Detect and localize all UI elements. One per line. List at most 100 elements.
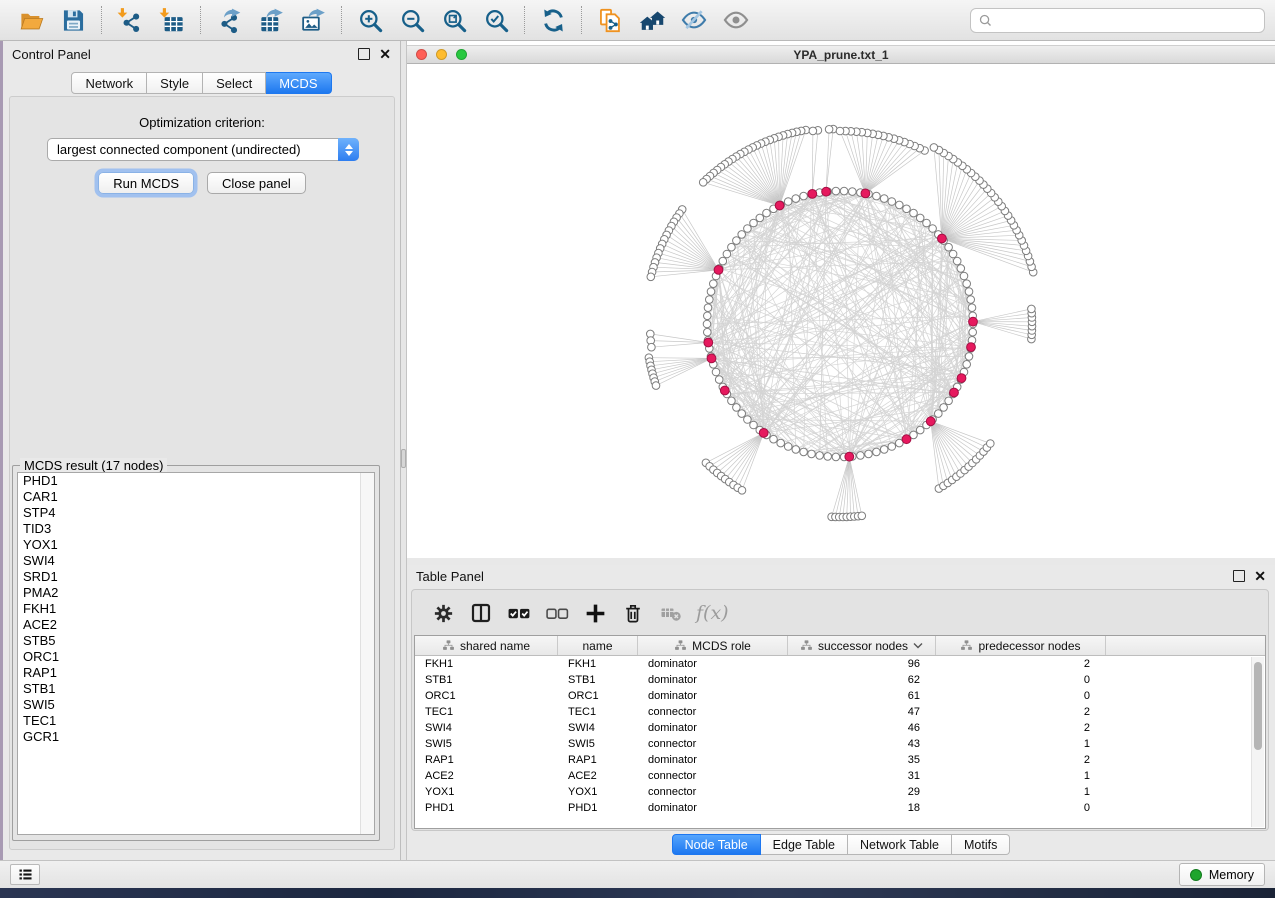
- hide-panels-icon[interactable]: [678, 4, 710, 36]
- cell-mcds_role[interactable]: connector: [638, 770, 788, 782]
- tab-select[interactable]: Select: [203, 72, 266, 94]
- cell-mcds_role[interactable]: connector: [638, 706, 788, 718]
- network-graph[interactable]: [407, 64, 1275, 558]
- tab-mcds[interactable]: MCDS: [266, 72, 331, 94]
- memory-button[interactable]: Memory: [1179, 863, 1265, 886]
- cell-successor_nodes[interactable]: 31: [788, 770, 936, 782]
- column-header-name[interactable]: name: [558, 636, 638, 655]
- column-header-MCDS-role[interactable]: MCDS role: [638, 636, 788, 655]
- mcds-result-item[interactable]: CAR1: [18, 489, 374, 505]
- add-column-icon[interactable]: [580, 598, 610, 628]
- mcds-result-item[interactable]: RAP1: [18, 665, 374, 681]
- show-panels-icon[interactable]: [720, 4, 752, 36]
- toggle-columns-icon[interactable]: [466, 598, 496, 628]
- cell-shared_name[interactable]: PHD1: [415, 802, 558, 814]
- cell-successor_nodes[interactable]: 61: [788, 690, 936, 702]
- mcds-result-item[interactable]: SWI5: [18, 697, 374, 713]
- cell-shared_name[interactable]: FKH1: [415, 658, 558, 670]
- cell-predecessor_nodes[interactable]: 2: [936, 754, 1106, 766]
- cell-successor_nodes[interactable]: 46: [788, 722, 936, 734]
- table-scrollbar-thumb[interactable]: [1254, 662, 1262, 750]
- cell-successor_nodes[interactable]: 62: [788, 674, 936, 686]
- cell-mcds_role[interactable]: dominator: [638, 674, 788, 686]
- search-box[interactable]: [970, 8, 1265, 33]
- float-table-panel-icon[interactable]: [1233, 570, 1245, 582]
- cell-predecessor_nodes[interactable]: 0: [936, 802, 1106, 814]
- cell-name[interactable]: YOX1: [558, 786, 638, 798]
- cell-predecessor_nodes[interactable]: 2: [936, 722, 1106, 734]
- refresh-icon[interactable]: [537, 4, 569, 36]
- mcds-result-item[interactable]: STB1: [18, 681, 374, 697]
- open-session-icon[interactable]: [15, 4, 47, 36]
- table-tab-motifs[interactable]: Motifs: [952, 834, 1010, 855]
- table-row[interactable]: ORC1ORC1dominator610: [415, 688, 1265, 704]
- mcds-result-item[interactable]: STP4: [18, 505, 374, 521]
- table-settings-icon[interactable]: [428, 598, 458, 628]
- column-header-shared-name[interactable]: shared name: [415, 636, 558, 655]
- zoom-out-icon[interactable]: [396, 4, 428, 36]
- cell-mcds_role[interactable]: dominator: [638, 690, 788, 702]
- cell-shared_name[interactable]: SWI5: [415, 738, 558, 750]
- table-row[interactable]: RAP1RAP1dominator352: [415, 752, 1265, 768]
- mcds-result-item[interactable]: ACE2: [18, 617, 374, 633]
- cell-name[interactable]: SWI5: [558, 738, 638, 750]
- cell-shared_name[interactable]: YOX1: [415, 786, 558, 798]
- mcds-result-item[interactable]: TID3: [18, 521, 374, 537]
- cell-name[interactable]: TEC1: [558, 706, 638, 718]
- cell-name[interactable]: ACE2: [558, 770, 638, 782]
- cell-predecessor_nodes[interactable]: 2: [936, 658, 1106, 670]
- cell-name[interactable]: PHD1: [558, 802, 638, 814]
- import-network-icon[interactable]: [114, 4, 146, 36]
- mcds-result-item[interactable]: FKH1: [18, 601, 374, 617]
- cell-name[interactable]: RAP1: [558, 754, 638, 766]
- cell-shared_name[interactable]: ORC1: [415, 690, 558, 702]
- zoom-selected-icon[interactable]: [480, 4, 512, 36]
- delete-columns-icon[interactable]: [618, 598, 648, 628]
- cell-predecessor_nodes[interactable]: 0: [936, 690, 1106, 702]
- table-row[interactable]: TEC1TEC1connector472: [415, 704, 1265, 720]
- table-scrollbar[interactable]: [1251, 657, 1264, 827]
- tab-network[interactable]: Network: [71, 72, 147, 94]
- node-table[interactable]: shared namenameMCDS rolesuccessor nodesp…: [414, 635, 1266, 829]
- network-canvas[interactable]: [407, 64, 1275, 558]
- table-row[interactable]: SWI4SWI4dominator462: [415, 720, 1265, 736]
- mcds-result-item[interactable]: ORC1: [18, 649, 374, 665]
- mcds-result-item[interactable]: SRD1: [18, 569, 374, 585]
- table-tab-node-table[interactable]: Node Table: [672, 834, 761, 855]
- export-table-icon[interactable]: [255, 4, 287, 36]
- cell-predecessor_nodes[interactable]: 1: [936, 770, 1106, 782]
- cell-name[interactable]: ORC1: [558, 690, 638, 702]
- mcds-result-item[interactable]: PHD1: [18, 473, 374, 489]
- run-mcds-button[interactable]: Run MCDS: [98, 172, 194, 194]
- cell-name[interactable]: FKH1: [558, 658, 638, 670]
- table-row[interactable]: STB1STB1dominator620: [415, 672, 1265, 688]
- cell-mcds_role[interactable]: dominator: [638, 754, 788, 766]
- mcds-result-item[interactable]: GCR1: [18, 729, 374, 745]
- table-row[interactable]: FKH1FKH1dominator962: [415, 656, 1265, 672]
- cell-name[interactable]: SWI4: [558, 722, 638, 734]
- cell-predecessor_nodes[interactable]: 1: [936, 786, 1106, 798]
- cell-predecessor_nodes[interactable]: 1: [936, 738, 1106, 750]
- close-table-panel-icon[interactable]: ✕: [1254, 571, 1266, 581]
- mcds-result-item[interactable]: SWI4: [18, 553, 374, 569]
- cell-shared_name[interactable]: TEC1: [415, 706, 558, 718]
- save-session-icon[interactable]: [57, 4, 89, 36]
- column-header-successor-nodes[interactable]: successor nodes: [788, 636, 936, 655]
- close-panel-icon[interactable]: ✕: [379, 49, 391, 59]
- duplicate-network-icon[interactable]: [594, 4, 626, 36]
- cell-name[interactable]: STB1: [558, 674, 638, 686]
- import-table-icon[interactable]: [156, 4, 188, 36]
- mcds-result-item[interactable]: PMA2: [18, 585, 374, 601]
- table-row[interactable]: PHD1PHD1dominator180: [415, 800, 1265, 816]
- cell-shared_name[interactable]: SWI4: [415, 722, 558, 734]
- export-network-icon[interactable]: [213, 4, 245, 36]
- homes-icon[interactable]: [636, 4, 668, 36]
- cell-mcds_role[interactable]: connector: [638, 738, 788, 750]
- mcds-result-item[interactable]: YOX1: [18, 537, 374, 553]
- cell-shared_name[interactable]: RAP1: [415, 754, 558, 766]
- zoom-fit-icon[interactable]: [438, 4, 470, 36]
- cell-mcds_role[interactable]: dominator: [638, 802, 788, 814]
- cell-predecessor_nodes[interactable]: 0: [936, 674, 1106, 686]
- mcds-result-item[interactable]: TEC1: [18, 713, 374, 729]
- cell-successor_nodes[interactable]: 29: [788, 786, 936, 798]
